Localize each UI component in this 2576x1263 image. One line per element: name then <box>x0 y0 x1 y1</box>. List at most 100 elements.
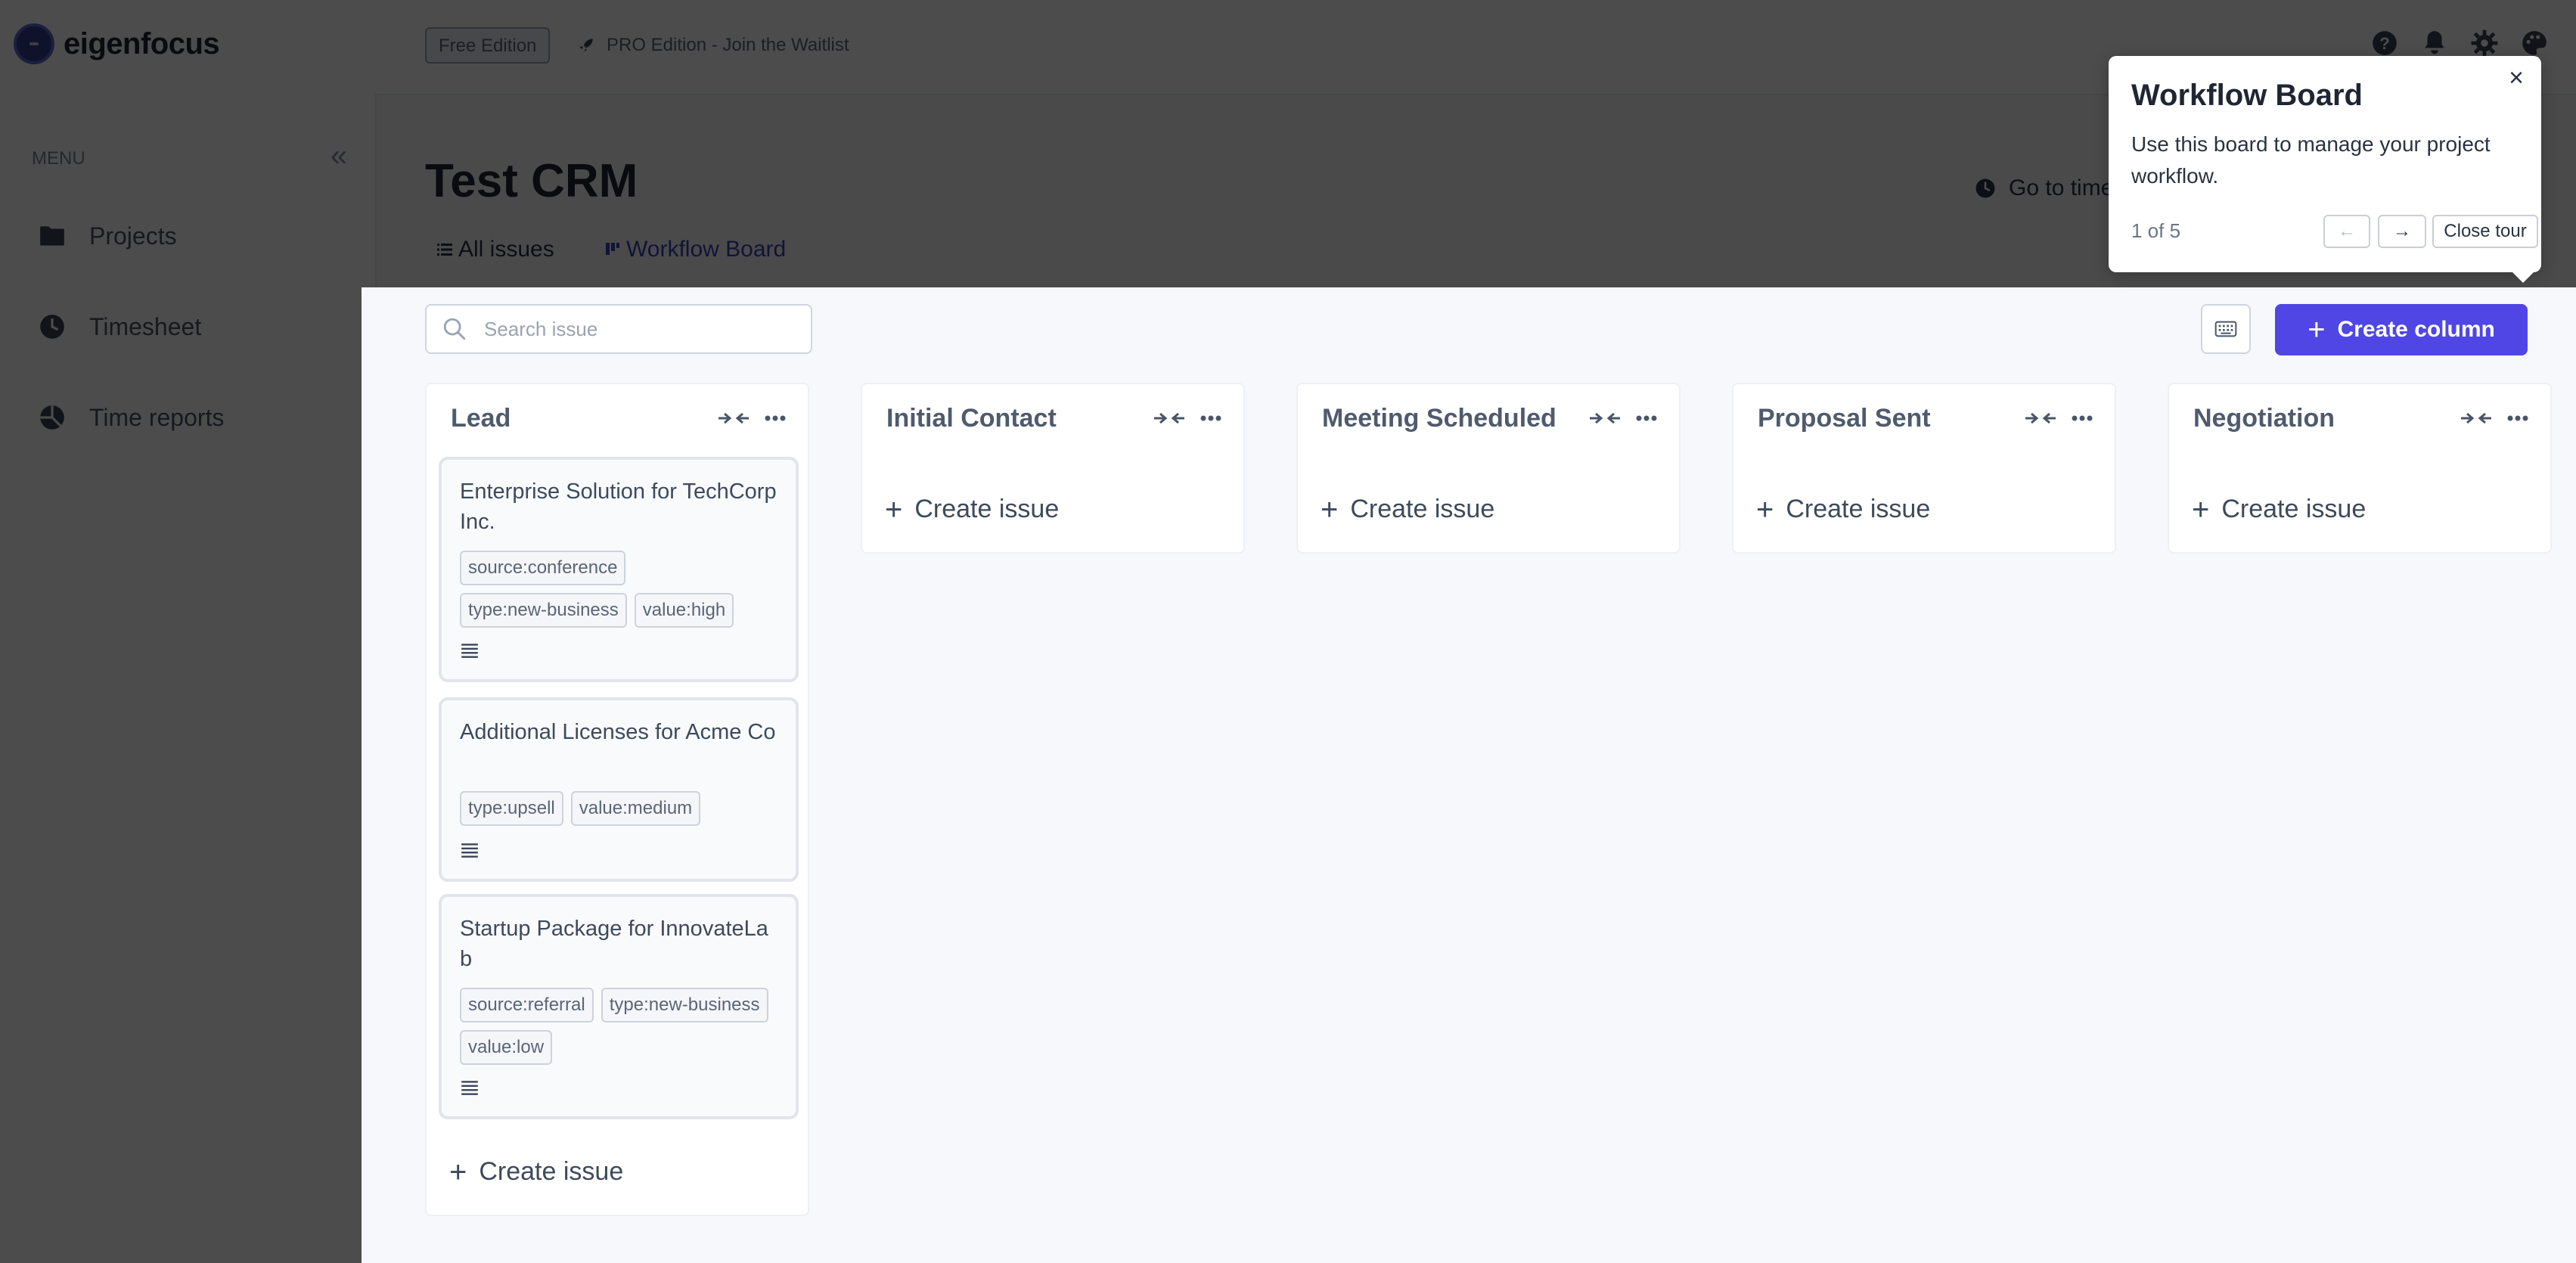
pro-waitlist-link[interactable]: PRO Edition - Join the Waitlist <box>576 27 849 64</box>
create-issue-button[interactable]: + Create issue <box>449 1157 623 1187</box>
column-title: Lead <box>451 403 511 433</box>
plus-icon: + <box>1756 492 1774 526</box>
create-issue-button[interactable]: + Create issue <box>1321 495 1495 525</box>
column-title: Meeting Scheduled <box>1322 403 1556 433</box>
bell-icon[interactable] <box>2420 29 2449 57</box>
issue-tags: type:upsell value:medium <box>460 791 785 833</box>
create-issue-button[interactable]: + Create issue <box>2192 492 2367 526</box>
issue-tag: source:referral <box>460 988 594 1023</box>
issue-tag: value:high <box>634 593 734 628</box>
board-icon <box>606 243 619 255</box>
go-to-time-link[interactable]: Go to time <box>1974 175 2113 201</box>
more-options-icon[interactable] <box>764 414 787 422</box>
plus-icon: + <box>449 1155 467 1189</box>
create-issue-label: Create issue <box>914 495 1060 523</box>
sidebar: eigenfocus MENU « Projects Timesheet Tim… <box>0 0 377 1263</box>
board-column-proposal-sent: Proposal Sent + Create issue <box>1732 383 2116 554</box>
sidebar-item-projects[interactable]: Projects <box>38 212 177 260</box>
issue-tag: value:medium <box>570 791 701 826</box>
app-name: eigenfocus <box>64 26 220 61</box>
menu-label: MENU <box>32 148 85 169</box>
collapse-sidebar-icon[interactable]: « <box>324 141 354 172</box>
tour-title: Workflow Board <box>2131 79 2363 112</box>
sidebar-item-time-reports[interactable]: Time reports <box>38 393 224 442</box>
pie-chart-icon <box>40 405 64 430</box>
svg-text:?: ? <box>2379 34 2390 53</box>
description-icon <box>461 843 478 858</box>
board-column-negotiation: Negotiation + Create issue <box>2168 383 2552 554</box>
clock-icon <box>40 315 64 339</box>
column-title: Proposal Sent <box>1758 403 1931 433</box>
header-actions: ? <box>2349 29 2549 57</box>
issue-card[interactable]: Additional Licenses for Acme Co type:ups… <box>439 697 799 882</box>
app-logo[interactable]: eigenfocus <box>14 20 220 68</box>
column-header: Initial Contact <box>886 399 1222 437</box>
create-issue-label: Create issue <box>2221 495 2367 523</box>
issue-tag: type:new-business <box>601 988 768 1023</box>
issue-tag: value:low <box>460 1030 553 1065</box>
more-options-icon[interactable] <box>1200 414 1222 422</box>
tour-popover: × Workflow Board Use this board to manag… <box>2109 56 2541 283</box>
create-column-button[interactable]: + Create column <box>2275 304 2528 355</box>
board-column-meeting-scheduled: Meeting Scheduled + Create issue <box>1296 383 1681 554</box>
pro-link-label: PRO Edition - Join the Waitlist <box>607 35 849 55</box>
collapse-column-icon[interactable] <box>717 409 750 427</box>
palette-icon[interactable] <box>2520 29 2549 57</box>
help-icon[interactable]: ? <box>2370 29 2399 57</box>
issue-tags: source:referral type:new-business value:… <box>460 988 785 1072</box>
page-title: Test CRM <box>425 155 638 207</box>
issue-card[interactable]: Startup Package for InnovateLab source:r… <box>439 894 799 1119</box>
keyboard-shortcuts-button[interactable] <box>2201 304 2251 354</box>
tour-progress: 1 of 5 <box>2131 219 2181 242</box>
issue-tag: source:conference <box>460 551 626 585</box>
more-options-icon[interactable] <box>2506 414 2529 422</box>
board-column-initial-contact: Initial Contact + Create issue <box>861 383 1245 554</box>
collapse-column-icon[interactable] <box>1588 409 1622 427</box>
issue-card[interactable]: Enterprise Solution for TechCorp Inc. so… <box>439 457 799 682</box>
tour-prev-button[interactable]: ← <box>2323 215 2370 248</box>
issue-title: Additional Licenses for Acme Co <box>460 720 776 744</box>
search-input[interactable] <box>483 316 773 342</box>
clock-icon <box>1975 178 1995 198</box>
column-header: Negotiation <box>2193 399 2529 437</box>
tour-next-button[interactable]: → <box>2378 215 2426 248</box>
plus-icon: + <box>2192 492 2210 526</box>
logo-icon <box>14 23 54 64</box>
tour-description: Use this board to manage your project wo… <box>2131 132 2491 188</box>
tab-workflow-board[interactable]: Workflow Board <box>604 233 786 266</box>
collapse-column-icon[interactable] <box>1153 409 1186 427</box>
description-icon <box>461 644 478 658</box>
column-header: Proposal Sent <box>1758 399 2093 437</box>
sidebar-item-label: Projects <box>89 222 177 250</box>
search-icon <box>443 318 466 340</box>
column-title: Initial Contact <box>886 403 1057 433</box>
create-issue-button[interactable]: + Create issue <box>885 492 1060 526</box>
gear-icon[interactable] <box>2470 29 2499 57</box>
create-column-label: Create column <box>2337 317 2495 342</box>
collapse-column-icon[interactable] <box>2024 409 2057 427</box>
issue-title: Enterprise Solution for TechCorp Inc. <box>460 479 777 534</box>
close-icon[interactable]: × <box>2503 65 2529 91</box>
create-issue-label: Create issue <box>1350 495 1495 523</box>
column-header: Meeting Scheduled <box>1322 399 1658 437</box>
issue-tags: source:conference type:new-business valu… <box>460 551 785 635</box>
more-options-icon[interactable] <box>1635 414 1658 422</box>
close-tour-button[interactable]: Close tour <box>2432 215 2538 248</box>
issue-title: Startup Package for InnovateLab <box>460 917 768 971</box>
keyboard-icon <box>2214 321 2237 337</box>
sidebar-item-timesheet[interactable]: Timesheet <box>38 303 201 351</box>
column-header: Lead <box>451 399 787 437</box>
search-issue-field[interactable] <box>425 304 812 354</box>
more-options-icon[interactable] <box>2071 414 2093 422</box>
tab-all-issues[interactable]: All issues <box>436 233 554 266</box>
collapse-column-icon[interactable] <box>2460 409 2493 427</box>
create-issue-label: Create issue <box>1786 495 1931 523</box>
create-issue-button[interactable]: + Create issue <box>1756 492 1931 526</box>
plus-icon: + <box>885 492 903 526</box>
sidebar-item-label: Time reports <box>89 403 225 431</box>
create-issue-label: Create issue <box>479 1157 624 1186</box>
tab-label: Workflow Board <box>626 237 787 262</box>
go-to-time-label: Go to time <box>2009 175 2114 200</box>
column-title: Negotiation <box>2193 403 2335 433</box>
description-icon <box>461 1081 478 1095</box>
